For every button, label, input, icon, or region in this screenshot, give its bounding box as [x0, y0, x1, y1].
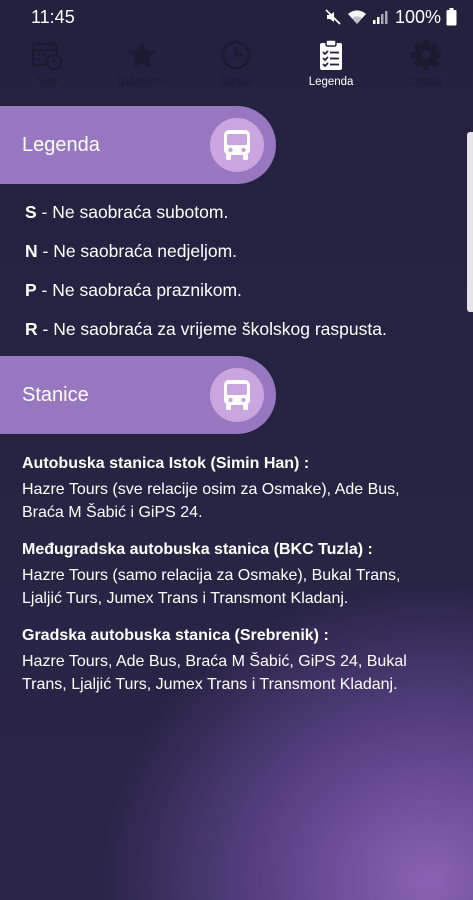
legend-code: N: [25, 241, 38, 261]
legend-text: - Ne saobraća nedjeljom.: [37, 241, 238, 261]
tab-bar: Sve Izdvojeno Danas Legenda Ostalo: [0, 38, 473, 100]
tab-label: Izdvojeno: [117, 76, 167, 88]
station-item: Gradska autobuska stanica (Srebrenik) : …: [22, 624, 442, 696]
bus-icon: [210, 368, 264, 422]
clock-icon: [219, 38, 253, 72]
signal-icon: [372, 9, 388, 25]
station-name: Gradska autobuska stanica (Srebrenik) :: [22, 627, 329, 644]
tab-label: Danas: [219, 76, 254, 88]
battery-percent: 100%: [394, 6, 441, 27]
bus-icon: [210, 118, 264, 172]
legend-item: N - Ne saobraća nedjeljom.: [25, 239, 387, 278]
legend-code: P: [25, 280, 37, 300]
star-icon: [125, 38, 159, 72]
legend-section-header: Legenda: [0, 106, 276, 184]
tab-izdvojeno[interactable]: Izdvojeno: [95, 38, 190, 100]
legend-text: - Ne saobraća za vrijeme školskog raspus…: [37, 319, 387, 339]
legend-item: P - Ne saobraća praznikom.: [25, 278, 387, 317]
tab-label: Ostalo: [409, 76, 443, 88]
status-bar: 11:45 100%: [0, 0, 473, 34]
station-operators: Hazre Tours (samo relacija za Osmake), B…: [22, 567, 401, 607]
station-item: Autobuska stanica Istok (Simin Han) : Ha…: [22, 452, 442, 524]
battery-icon: [446, 8, 457, 26]
section-title: Legenda: [22, 133, 100, 156]
legend-list: S - Ne saobraća subotom. N - Ne saobraća…: [25, 200, 387, 356]
gear-icon: [409, 38, 443, 72]
tab-label: Legenda: [308, 76, 354, 88]
tab-danas[interactable]: Danas: [189, 38, 284, 100]
stations-section-header: Stanice: [0, 356, 276, 434]
legend-code: R: [25, 319, 38, 339]
tab-legenda[interactable]: Legenda: [284, 38, 379, 100]
tab-label: Sve: [37, 76, 58, 88]
legend-item: S - Ne saobraća subotom.: [25, 200, 387, 239]
station-item: Međugradska autobuska stanica (BKC Tuzla…: [22, 538, 442, 610]
section-title: Stanice: [22, 383, 89, 406]
status-time: 11:45: [31, 6, 75, 27]
station-name: Međugradska autobuska stanica (BKC Tuzla…: [22, 541, 373, 558]
legend-text: - Ne saobraća praznikom.: [36, 280, 242, 300]
legend-item: R - Ne saobraća za vrijeme školskog rasp…: [25, 317, 387, 356]
stations-list: Autobuska stanica Istok (Simin Han) : Ha…: [22, 452, 442, 710]
station-operators: Hazre Tours (sve relacije osim za Osmake…: [22, 481, 400, 521]
tab-ostalo[interactable]: Ostalo: [378, 38, 473, 100]
station-operators: Hazre Tours, Ade Bus, Braća M Šabić, GiP…: [22, 653, 407, 693]
wifi-icon: [347, 9, 367, 25]
calendar-clock-icon: [30, 38, 64, 72]
legend-code: S: [25, 202, 37, 222]
legend-text: - Ne saobraća subotom.: [36, 202, 229, 222]
station-name: Autobuska stanica Istok (Simin Han) :: [22, 455, 310, 472]
tab-sve[interactable]: Sve: [0, 38, 95, 100]
scrollbar[interactable]: [467, 132, 473, 312]
clipboard-checklist-icon: [314, 38, 348, 72]
mute-icon: [324, 8, 342, 26]
status-icons: 100%: [324, 7, 457, 28]
